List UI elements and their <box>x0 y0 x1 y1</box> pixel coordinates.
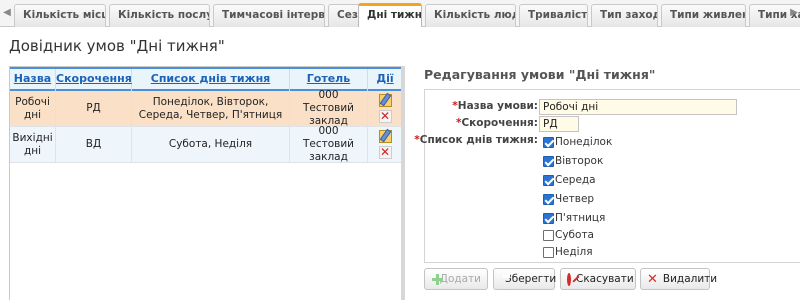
tab-services-count[interactable]: Кількість послуг <box>109 4 210 27</box>
checkbox-checked-icon[interactable] <box>543 212 554 224</box>
tab-duration[interactable]: Тривалість <box>519 4 588 27</box>
tab-time-intervals[interactable]: Тимчасові інтервали <box>213 4 325 27</box>
tabs-scroll-right-icon[interactable]: ▶ <box>788 5 800 21</box>
column-header-actions[interactable]: Дії <box>368 69 402 91</box>
day-checkbox-monday[interactable]: Понеділок <box>543 135 612 149</box>
day-checkbox-tuesday[interactable]: Вівторок <box>543 154 603 168</box>
checkbox-checked-icon[interactable] <box>543 174 554 186</box>
delete-icon[interactable]: ✕ <box>378 110 392 123</box>
day-checkbox-sunday[interactable]: Неділя <box>543 245 593 259</box>
tab-seats-count[interactable]: Кількість місць <box>14 4 106 27</box>
day-checkbox-saturday[interactable]: Субота <box>543 228 594 242</box>
days-label: *Список днів тижня: <box>414 134 538 146</box>
tab-weekdays[interactable]: Дні тижня <box>358 3 422 27</box>
cancel-button[interactable]: Скасувати <box>560 268 636 290</box>
tabs-scroll-left-icon[interactable]: ◀ <box>1 5 13 21</box>
cell-actions: ✕ <box>368 127 402 162</box>
column-header-name[interactable]: Назва <box>10 69 56 91</box>
cell-abbr: ВД <box>56 127 132 162</box>
day-checkbox-wednesday[interactable]: Середа <box>543 173 596 187</box>
column-header-days[interactable]: Список днів тижня <box>132 69 290 91</box>
delete-x-icon: ✕ <box>647 271 658 287</box>
cell-name: Робочі дні <box>10 91 56 126</box>
conditions-table: Назва Скорочення Список днів тижня Готел… <box>9 66 403 300</box>
cell-hotel: 000 Тестовий заклад <box>290 89 368 127</box>
edit-panel-title: Редагування умови "Дні тижня" <box>424 67 656 82</box>
edit-icon[interactable] <box>378 130 392 143</box>
tab-meal-types[interactable]: Типи живлення <box>661 4 746 27</box>
column-header-hotel[interactable]: Готель <box>290 69 368 91</box>
name-label: *Назва умови: <box>452 100 538 112</box>
page-title: Довідник умов "Дні тижня" <box>9 37 225 55</box>
delete-icon[interactable]: ✕ <box>378 146 392 159</box>
day-checkbox-thursday[interactable]: Четвер <box>543 192 594 206</box>
abbr-input[interactable]: РД <box>539 116 579 132</box>
checkbox-checked-icon[interactable] <box>543 155 554 167</box>
plus-icon <box>431 273 443 286</box>
cell-hotel: 000 Тестовий заклад <box>290 125 368 163</box>
tab-event-type[interactable]: Тип заходу <box>591 4 658 27</box>
edit-form: *Назва умови: Робочі дні *Скорочення: РД… <box>414 89 800 263</box>
checkbox-unchecked-icon[interactable] <box>543 229 554 241</box>
tab-bar: ◀ Кількість місць Кількість послуг Тимча… <box>0 0 800 27</box>
name-input[interactable]: Робочі дні <box>539 99 737 115</box>
checkbox-unchecked-icon[interactable] <box>543 246 554 258</box>
save-button[interactable]: Зберегти <box>493 268 556 290</box>
cell-abbr: РД <box>56 91 132 126</box>
checkbox-checked-icon[interactable] <box>543 136 554 148</box>
cell-actions: ✕ <box>368 91 402 126</box>
cell-days: Субота, Неділя <box>132 127 290 162</box>
cell-name: Вихідні дні <box>10 127 56 162</box>
day-checkbox-friday[interactable]: П'ятниця <box>543 211 605 225</box>
panel-splitter[interactable] <box>401 66 405 300</box>
cancel-icon <box>567 272 571 286</box>
cell-days: Понеділок, Вівторок, Середа, Четвер, П'я… <box>132 91 290 126</box>
delete-button[interactable]: ✕ Видалити <box>640 268 717 290</box>
edit-icon[interactable] <box>378 94 392 107</box>
table-row[interactable]: Робочі дні РД Понеділок, Вівторок, Серед… <box>10 89 402 127</box>
checkbox-checked-icon[interactable] <box>543 193 554 205</box>
abbr-label: *Скорочення: <box>455 117 538 129</box>
add-button[interactable]: Додати <box>424 268 488 290</box>
tab-people-count[interactable]: Кількість людей <box>425 4 516 27</box>
column-header-abbr[interactable]: Скорочення <box>56 69 132 91</box>
table-header: Назва Скорочення Список днів тижня Готел… <box>10 67 402 91</box>
table-row[interactable]: Вихідні дні ВД Субота, Неділя 000 Тестов… <box>10 125 402 163</box>
